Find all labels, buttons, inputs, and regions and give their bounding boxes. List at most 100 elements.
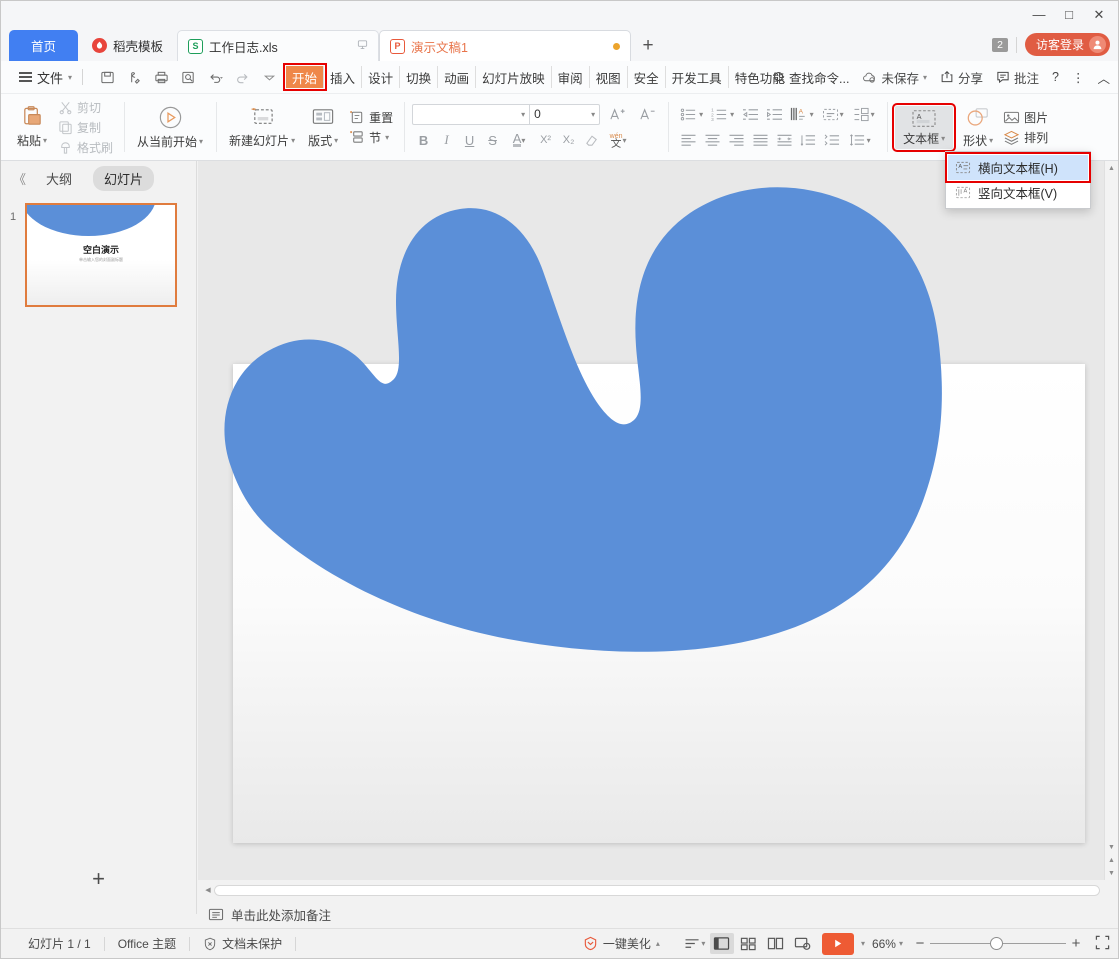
minimize-icon[interactable]: —: [1024, 4, 1054, 24]
slide-surface[interactable]: 空白演示 单击输入您的封面副标题: [233, 364, 1085, 843]
pin-icon[interactable]: [357, 39, 368, 53]
command-search[interactable]: 查找命令...: [773, 68, 849, 87]
document-protection-status[interactable]: 文档未保护: [190, 935, 295, 952]
bold-button[interactable]: B: [412, 129, 435, 151]
vertical-align-button[interactable]: [796, 129, 820, 151]
tab-worklog-xls[interactable]: S 工作日志.xls: [177, 30, 379, 61]
comment-button[interactable]: 批注: [996, 68, 1039, 87]
align-right-button[interactable]: [724, 129, 748, 151]
reset-button[interactable]: 重置: [346, 108, 396, 127]
ribbon-tab-animation[interactable]: 动画: [438, 66, 476, 88]
save-status[interactable]: 未保存 ▾: [862, 68, 927, 87]
ribbon-tab-security[interactable]: 安全: [628, 66, 666, 88]
ribbon-tab-design[interactable]: 设计: [362, 66, 400, 88]
notes-pane[interactable]: 单击此处添加备注: [198, 900, 1104, 928]
save-icon[interactable]: [95, 65, 120, 89]
play-slideshow-button[interactable]: [822, 933, 854, 955]
previous-slide-icon[interactable]: ▲: [1105, 854, 1118, 867]
copy-button[interactable]: 复制: [55, 118, 116, 137]
increase-font-size-button[interactable]: [604, 103, 630, 125]
tab-daoke-template[interactable]: 稻壳模板: [78, 30, 177, 61]
reading-view-icon[interactable]: [764, 933, 788, 954]
decrease-indent-button[interactable]: [738, 103, 762, 125]
normal-view-icon[interactable]: [710, 933, 734, 954]
new-slide-button[interactable]: 新建幻灯片▾: [224, 102, 300, 152]
undo-icon[interactable]: [203, 65, 228, 89]
scroll-down-icon[interactable]: ▼: [1105, 841, 1118, 854]
justify-button[interactable]: [748, 129, 772, 151]
collapse-pane-icon[interactable]: 《: [13, 169, 25, 188]
tab-home[interactable]: 首页: [9, 30, 78, 61]
vertical-scrollbar[interactable]: ▲ ▼ ▲ ▼: [1104, 161, 1118, 880]
scroll-left-icon[interactable]: ◀: [202, 886, 214, 894]
slide-sorter-icon[interactable]: [737, 933, 761, 954]
zoom-out-button[interactable]: −: [910, 935, 930, 952]
theme-name[interactable]: Office 主题: [105, 935, 189, 952]
customize-toolbar-icon[interactable]: [257, 65, 282, 89]
format-painter-button[interactable]: 格式刷: [55, 138, 116, 157]
align-text-button[interactable]: ▾: [817, 103, 848, 125]
tab-presentation1[interactable]: P 演示文稿1: [379, 30, 631, 61]
print-icon[interactable]: [149, 65, 174, 89]
font-color-button[interactable]: A ▾: [504, 129, 534, 151]
zoom-slider-track[interactable]: [930, 938, 1066, 950]
one-click-beautify-button[interactable]: 一键美化 ▴: [583, 935, 660, 952]
close-icon[interactable]: ✕: [1084, 4, 1114, 24]
horizontal-scrollbar[interactable]: ◀: [198, 880, 1104, 900]
pinyin-guide-button[interactable]: wén 文 ▾: [603, 129, 633, 151]
font-size-input[interactable]: 0 ▾: [530, 104, 600, 125]
align-center-button[interactable]: [700, 129, 724, 151]
chevron-down-icon[interactable]: ▾: [521, 110, 525, 119]
zoom-level-display[interactable]: 66% ▾: [872, 937, 903, 951]
paste-button[interactable]: 粘贴▾: [9, 102, 55, 152]
increase-indent-button[interactable]: [762, 103, 786, 125]
add-slide-button[interactable]: +: [1, 866, 196, 892]
print-find-icon[interactable]: [176, 65, 201, 89]
bullet-list-button[interactable]: ▾: [676, 103, 707, 125]
share-button[interactable]: 分享: [940, 68, 983, 87]
font-name-input[interactable]: ▾: [412, 104, 530, 125]
ribbon-tab-review[interactable]: 审阅: [552, 66, 590, 88]
login-button[interactable]: 访客登录: [1025, 33, 1110, 56]
clear-format-button[interactable]: [580, 129, 603, 151]
start-from-current-button[interactable]: 从当前开始▾: [132, 101, 208, 153]
redo-icon[interactable]: [230, 65, 255, 89]
new-tab-button[interactable]: +: [631, 30, 665, 61]
slide-thumbnail-1[interactable]: 空白演示 单击输入您的封面副标题: [25, 203, 177, 307]
more-options-button[interactable]: ⋮: [1072, 70, 1085, 85]
decrease-font-size-button[interactable]: [634, 103, 660, 125]
convert-smartart-button[interactable]: ▾: [848, 103, 879, 125]
ribbon-tab-insert[interactable]: 插入: [324, 66, 362, 88]
strikethrough-button[interactable]: S: [481, 129, 504, 151]
shapes-button[interactable]: 形状▾: [955, 103, 1001, 152]
ribbon-tab-slideshow[interactable]: 幻灯片放映: [476, 66, 552, 88]
distribute-button[interactable]: [772, 129, 796, 151]
align-left-button[interactable]: [676, 129, 700, 151]
ribbon-tab-devtools[interactable]: 开发工具: [666, 66, 729, 88]
cut-button[interactable]: 剪切: [55, 98, 116, 117]
presenter-view-icon[interactable]: [791, 933, 815, 954]
help-button[interactable]: ?: [1052, 70, 1059, 84]
horizontal-scroll-track[interactable]: [214, 885, 1100, 896]
view-options-icon[interactable]: ▾: [683, 933, 707, 954]
file-menu-button[interactable]: 文件 ▾: [19, 68, 72, 87]
chevron-down-icon[interactable]: ▾: [591, 110, 595, 119]
slide-counter[interactable]: 幻灯片 1 / 1: [15, 935, 104, 952]
pane-tab-outline[interactable]: 大纲: [35, 166, 83, 191]
underline-button[interactable]: U: [458, 129, 481, 151]
ribbon-tab-start[interactable]: 开始: [286, 66, 324, 88]
slide-editor-canvas[interactable]: 空白演示 单击输入您的封面副标题: [198, 161, 1104, 880]
chevron-down-icon[interactable]: ▾: [861, 939, 865, 948]
ribbon-tab-transition[interactable]: 切换: [400, 66, 438, 88]
collapse-ribbon-button[interactable]: ︿: [1097, 68, 1110, 87]
pane-tab-slides[interactable]: 幻灯片: [93, 166, 154, 191]
arrange-button[interactable]: 排列: [1003, 129, 1048, 146]
ribbon-tab-view[interactable]: 视图: [590, 66, 628, 88]
italic-button[interactable]: I: [435, 129, 458, 151]
numbered-list-button[interactable]: 123 ▾: [707, 103, 738, 125]
tab-count-badge[interactable]: 2: [992, 38, 1008, 52]
line-spacing-button[interactable]: ▾: [844, 129, 875, 151]
layout-button[interactable]: 版式▾: [300, 102, 346, 152]
picture-button[interactable]: 图片: [1003, 109, 1048, 126]
fit-to-window-button[interactable]: [1093, 935, 1110, 953]
